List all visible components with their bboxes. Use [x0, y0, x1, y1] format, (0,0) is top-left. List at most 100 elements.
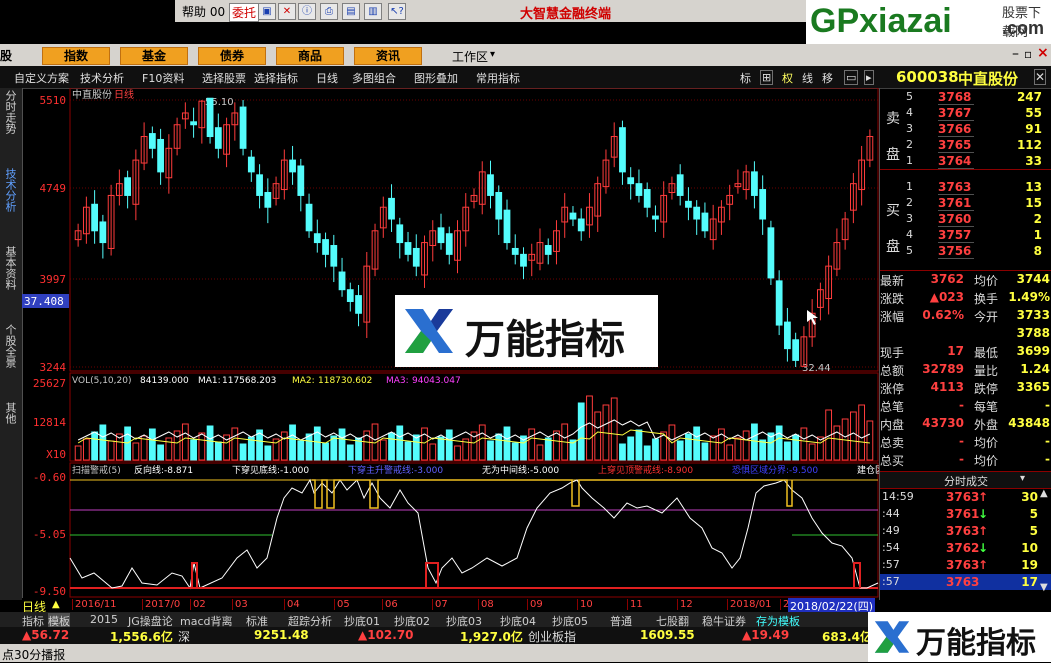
candle-body	[355, 295, 362, 314]
volume-bar	[627, 436, 635, 461]
candle-body	[635, 183, 643, 196]
candle-body	[404, 242, 412, 255]
volume-bar	[297, 440, 305, 461]
date-axis-arrow-icon[interactable]: ▲	[52, 599, 60, 610]
chart-icon[interactable]: ▥	[364, 3, 382, 20]
candle-body	[412, 247, 420, 267]
panel-close-icon[interactable]: ✕	[1034, 69, 1047, 85]
volume-bar	[388, 432, 395, 461]
toolbar-f10[interactable]: F10资料	[142, 70, 184, 86]
toolbar-select-indicator[interactable]: 选择指标	[254, 70, 298, 86]
trade-arrow: ↑	[978, 558, 989, 572]
broadcast-text[interactable]: 点30分播报	[2, 646, 65, 663]
grid-icon[interactable]: ⊞	[760, 70, 774, 85]
date-tick: 11	[627, 599, 643, 610]
volume-bar	[849, 411, 857, 461]
book-icon[interactable]: ▤	[342, 3, 360, 20]
panel-icon[interactable]: ▭	[844, 70, 859, 85]
volume-bar	[833, 425, 841, 461]
candle-body	[577, 218, 585, 232]
scroll-down-icon[interactable]: ▼	[1040, 582, 1048, 593]
toolbar-daily[interactable]: 日线	[316, 70, 338, 86]
nav-item-cut[interactable]: 股	[0, 47, 12, 64]
volume-bar	[652, 438, 659, 461]
toolbar-custom-scheme[interactable]: 自定义方案	[14, 70, 69, 86]
workspace-tab[interactable]: 工作区	[452, 48, 488, 65]
window-icon[interactable]: ▣	[258, 3, 276, 20]
volume-bar	[148, 428, 156, 461]
expand-icon[interactable]: ▸	[864, 70, 874, 85]
nav-item-fund[interactable]: 基金	[120, 47, 188, 65]
side-tab-timeshare[interactable]: 分时走势	[2, 90, 18, 134]
volume-bar	[74, 445, 82, 461]
side-tab-technical[interactable]: 技术分析	[2, 168, 18, 212]
toolbar-move-button[interactable]: 移	[822, 70, 833, 86]
toolbar-technical-analysis[interactable]: 技术分析	[80, 70, 124, 86]
trade-price: 3763	[946, 558, 980, 572]
volume-bar	[239, 443, 247, 461]
toolbar-line-button[interactable]: 线	[802, 70, 813, 86]
restore-icon[interactable]: ▫	[1024, 47, 1032, 61]
candle-body	[676, 174, 684, 196]
minimize-icon[interactable]: –	[1012, 46, 1019, 62]
stat-value: -	[959, 434, 964, 448]
candle-body	[190, 121, 197, 126]
volume-bar	[635, 429, 643, 461]
toolbar-rights-button[interactable]: 权	[782, 70, 793, 86]
book-level: 5	[906, 90, 913, 103]
trade-price: 3763	[946, 575, 980, 589]
book-divider	[880, 169, 1051, 170]
stat-label: 涨停	[880, 382, 905, 396]
cursor-value: 37.408	[24, 295, 64, 308]
side-tab-panorama[interactable]: 个股全景	[2, 324, 18, 368]
info-icon[interactable]: ⓘ	[298, 3, 316, 20]
candle-body	[759, 189, 767, 220]
close-icon[interactable]: ×	[1037, 45, 1049, 61]
help-pointer-icon[interactable]: ↖?	[388, 3, 406, 20]
toolbar-select-stock[interactable]: 选择股票	[202, 70, 246, 86]
volume-bar	[800, 427, 808, 461]
nav-item-news[interactable]: 资讯	[354, 47, 422, 65]
volume-bar	[214, 441, 222, 461]
toolbar-common-indicators[interactable]: 常用指标	[476, 70, 520, 86]
stat-value: 1.24	[1020, 362, 1050, 376]
help-menu[interactable]: 帮助 00	[182, 3, 225, 20]
date-tick: 02	[190, 599, 206, 610]
toolbar-mark-button[interactable]: 标	[740, 70, 751, 86]
candle-body	[91, 203, 99, 232]
toolbar-multi-chart[interactable]: 多图组合	[352, 70, 396, 86]
side-tab-fundamentals[interactable]: 基本资料	[2, 246, 18, 290]
indicator-tab[interactable]: 2015	[90, 613, 118, 626]
nav-item-index[interactable]: 指数	[42, 47, 110, 65]
nav-item-bond[interactable]: 债券	[198, 47, 266, 65]
date-tick: 04	[284, 599, 300, 610]
print-icon[interactable]: ⎙	[320, 3, 338, 20]
volume-bar	[478, 424, 486, 461]
scroll-up-icon[interactable]: ▲	[1040, 488, 1048, 499]
volume-bar	[107, 440, 115, 461]
side-tab-other[interactable]: 其他	[2, 402, 18, 424]
book-price: 3761	[938, 196, 974, 211]
delegate-button[interactable]: 委托	[229, 3, 260, 22]
candle-body	[643, 189, 651, 208]
app-title: 大智慧金融终端	[520, 7, 612, 22]
scan-legend-item: 建仓区:-1.000	[857, 464, 879, 476]
stat-label: 均价	[974, 454, 999, 468]
date-tick: 03	[232, 599, 248, 610]
nav-item-commodity[interactable]: 商品	[276, 47, 344, 65]
cancel-icon[interactable]: ✕	[278, 3, 296, 20]
status-value: ▲19.49	[742, 628, 790, 642]
nav-bar: 股 指数 基金 债券 商品 资讯 工作区 ▾ – ▫ ×	[0, 44, 1051, 66]
toolbar-overlay[interactable]: 图形叠加	[414, 70, 458, 86]
trade-arrow: ↑	[978, 524, 989, 538]
candle-body	[685, 200, 692, 208]
stat-value: 3744	[1016, 272, 1050, 286]
sell-label-1: 卖	[886, 111, 900, 127]
trade-time: :54	[882, 541, 900, 554]
workspace-dropdown-icon[interactable]: ▾	[490, 49, 495, 60]
trade-volume: 19	[1021, 558, 1038, 572]
book-price: 3757	[938, 228, 974, 243]
book-volume: 8	[1033, 244, 1042, 258]
scan-legend-item: 无为中间线:-5.000	[482, 464, 559, 476]
trades-dropdown-icon[interactable]: ▾	[1020, 473, 1025, 484]
